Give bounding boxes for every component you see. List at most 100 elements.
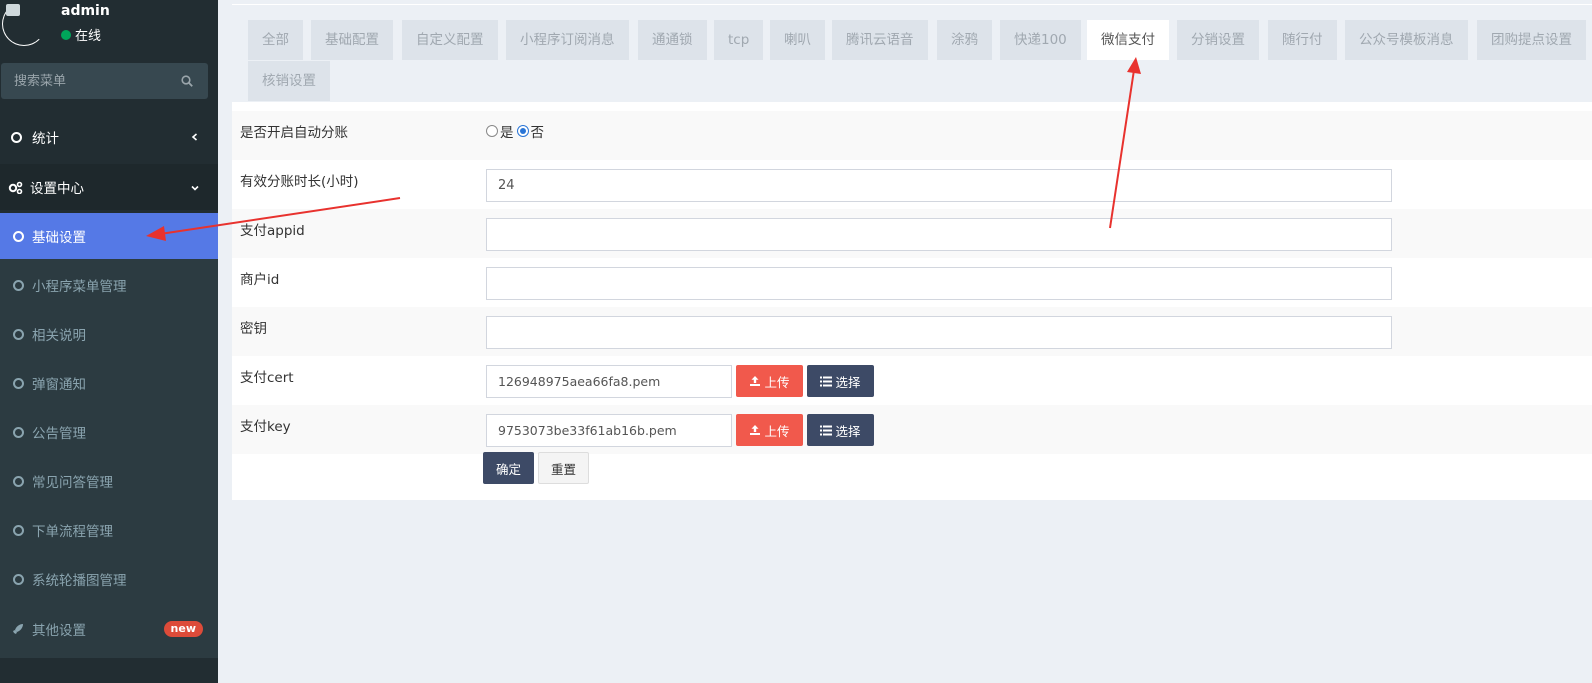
avatar	[2, 2, 46, 46]
sidebar-item-other-settings[interactable]: 其他设置 new	[0, 606, 218, 652]
tab-bar: 全部 基础配置 自定义配置 小程序订阅消息 通通锁 tcp 喇叭 腾讯云语音 涂…	[232, 4, 1592, 102]
circle-icon	[13, 475, 24, 487]
user-name: admin	[61, 3, 110, 19]
sidebar-item-settings[interactable]: 设置中心	[0, 164, 218, 210]
sidebar-item-label: 小程序菜单管理	[32, 279, 127, 295]
gears-icon	[8, 181, 23, 194]
form-row-key: 支付key 上传 选择	[232, 405, 1592, 454]
sidebar-item-popup-notice[interactable]: 弹窗通知	[0, 360, 218, 406]
sidebar-item-faq[interactable]: 常见问答管理	[0, 458, 218, 504]
sidebar-item-label: 其他设置	[32, 623, 86, 639]
sidebar: admin 在线 统计 设置中心 基础设置	[0, 0, 218, 683]
tab-basic-config[interactable]: 基础配置	[311, 20, 393, 60]
appid-label: 支付appid	[240, 223, 305, 239]
sidebar-item-label: 弹窗通知	[32, 377, 86, 393]
settings-panel: 全部 基础配置 自定义配置 小程序订阅消息 通通锁 tcp 喇叭 腾讯云语音 涂…	[232, 4, 1592, 500]
tab-verification[interactable]: 核销设置	[248, 61, 330, 101]
list-icon	[820, 376, 833, 386]
sidebar-item-label: 基础设置	[32, 230, 86, 246]
confirm-button[interactable]: 确定	[483, 452, 534, 484]
appid-input[interactable]	[486, 218, 1392, 251]
key-label: 支付key	[240, 419, 291, 435]
sidebar-item-label: 相关说明	[32, 328, 86, 344]
cert-select-button[interactable]: 选择	[807, 365, 874, 397]
circle-icon	[13, 573, 24, 585]
tab-all[interactable]: 全部	[248, 20, 303, 60]
key-upload-button[interactable]: 上传	[736, 414, 803, 446]
cert-file-input[interactable]	[486, 365, 732, 398]
user-panel: admin 在线	[0, 0, 218, 55]
radio-no-label: 否	[530, 125, 545, 141]
tab-wechat-pay[interactable]: 微信支付	[1087, 20, 1169, 60]
form-row-secret: 密钥	[232, 307, 1592, 356]
radio-yes-label: 是	[500, 125, 514, 141]
circle-icon	[11, 131, 22, 143]
upload-icon	[750, 376, 761, 386]
form-row-auto-split: 是否开启自动分账 是 否	[232, 111, 1592, 160]
select-label: 选择	[835, 423, 861, 439]
user-status-label: 在线	[75, 29, 102, 44]
user-status: 在线	[61, 25, 101, 44]
search-icon[interactable]	[181, 75, 193, 87]
select-label: 选择	[835, 374, 861, 390]
tab-suixingfu[interactable]: 随行付	[1268, 20, 1337, 60]
sidebar-item-label: 常见问答管理	[32, 475, 113, 491]
form-row-merchant-id: 商户id	[232, 258, 1592, 307]
settings-submenu: 基础设置 小程序菜单管理 相关说明 弹窗通知 公告管理 常见问答管理 下单流程管…	[0, 213, 218, 658]
chevron-down-icon	[191, 185, 199, 191]
tab-tuya[interactable]: 涂鸦	[937, 20, 992, 60]
auto-split-label: 是否开启自动分账	[240, 125, 348, 141]
upload-icon	[750, 425, 761, 435]
tab-tencent-voice[interactable]: 腾讯云语音	[832, 20, 928, 60]
merchant-id-input[interactable]	[486, 267, 1392, 300]
tab-official-template[interactable]: 公众号模板消息	[1345, 20, 1468, 60]
sidebar-item-label: 系统轮播图管理	[32, 573, 127, 589]
sidebar-item-miniprogram-menu[interactable]: 小程序菜单管理	[0, 262, 218, 308]
sidebar-item-label: 统计	[32, 131, 59, 147]
upload-label: 上传	[764, 374, 790, 390]
sidebar-item-announcements[interactable]: 公告管理	[0, 409, 218, 455]
circle-icon	[13, 230, 24, 242]
sidebar-item-basic-settings[interactable]: 基础设置	[0, 213, 218, 259]
auto-split-radio-group: 是 否	[486, 121, 544, 141]
sidebar-item-label: 设置中心	[30, 181, 84, 197]
split-hours-label: 有效分账时长(小时)	[240, 174, 359, 190]
chevron-left-icon	[191, 133, 198, 141]
tab-subscription-message[interactable]: 小程序订阅消息	[506, 20, 629, 60]
sidebar-item-order-flow[interactable]: 下单流程管理	[0, 507, 218, 553]
sidebar-item-carousel[interactable]: 系统轮播图管理	[0, 556, 218, 602]
sidebar-item-label: 公告管理	[32, 426, 86, 442]
form-row-appid: 支付appid	[232, 209, 1592, 258]
radio-no[interactable]	[516, 125, 529, 137]
circle-icon	[13, 524, 24, 536]
reset-button[interactable]: 重置	[538, 452, 589, 484]
split-hours-input[interactable]	[486, 169, 1392, 202]
sidebar-search	[1, 63, 208, 99]
list-icon	[820, 425, 833, 435]
cert-label: 支付cert	[240, 370, 294, 386]
key-select-button[interactable]: 选择	[807, 414, 874, 446]
secret-label: 密钥	[240, 321, 267, 337]
upload-label: 上传	[764, 423, 790, 439]
key-file-input[interactable]	[486, 414, 732, 447]
tab-groupbuy-commission[interactable]: 团购提点设置	[1477, 20, 1586, 60]
sidebar-item-label: 下单流程管理	[32, 524, 113, 540]
new-badge: new	[163, 621, 203, 637]
tab-distribution[interactable]: 分销设置	[1177, 20, 1259, 60]
tab-tcp[interactable]: tcp	[714, 20, 764, 60]
merchant-id-label: 商户id	[240, 272, 280, 288]
rocket-icon	[13, 624, 23, 634]
sidebar-item-related-notes[interactable]: 相关说明	[0, 311, 218, 357]
sidebar-item-stat[interactable]: 统计	[0, 114, 218, 160]
circle-icon	[13, 377, 24, 389]
secret-input[interactable]	[486, 316, 1392, 349]
online-status-dot-icon	[61, 29, 71, 40]
tab-custom-config[interactable]: 自定义配置	[402, 20, 498, 60]
cert-upload-button[interactable]: 上传	[736, 365, 803, 397]
form-row-cert: 支付cert 上传 选择	[232, 356, 1592, 405]
tab-tongtong-lock[interactable]: 通通锁	[638, 20, 707, 60]
search-input[interactable]	[1, 63, 176, 99]
tab-speaker[interactable]: 喇叭	[770, 20, 825, 60]
tab-kuaidi100[interactable]: 快递100	[1000, 20, 1081, 60]
radio-yes[interactable]	[486, 125, 498, 137]
